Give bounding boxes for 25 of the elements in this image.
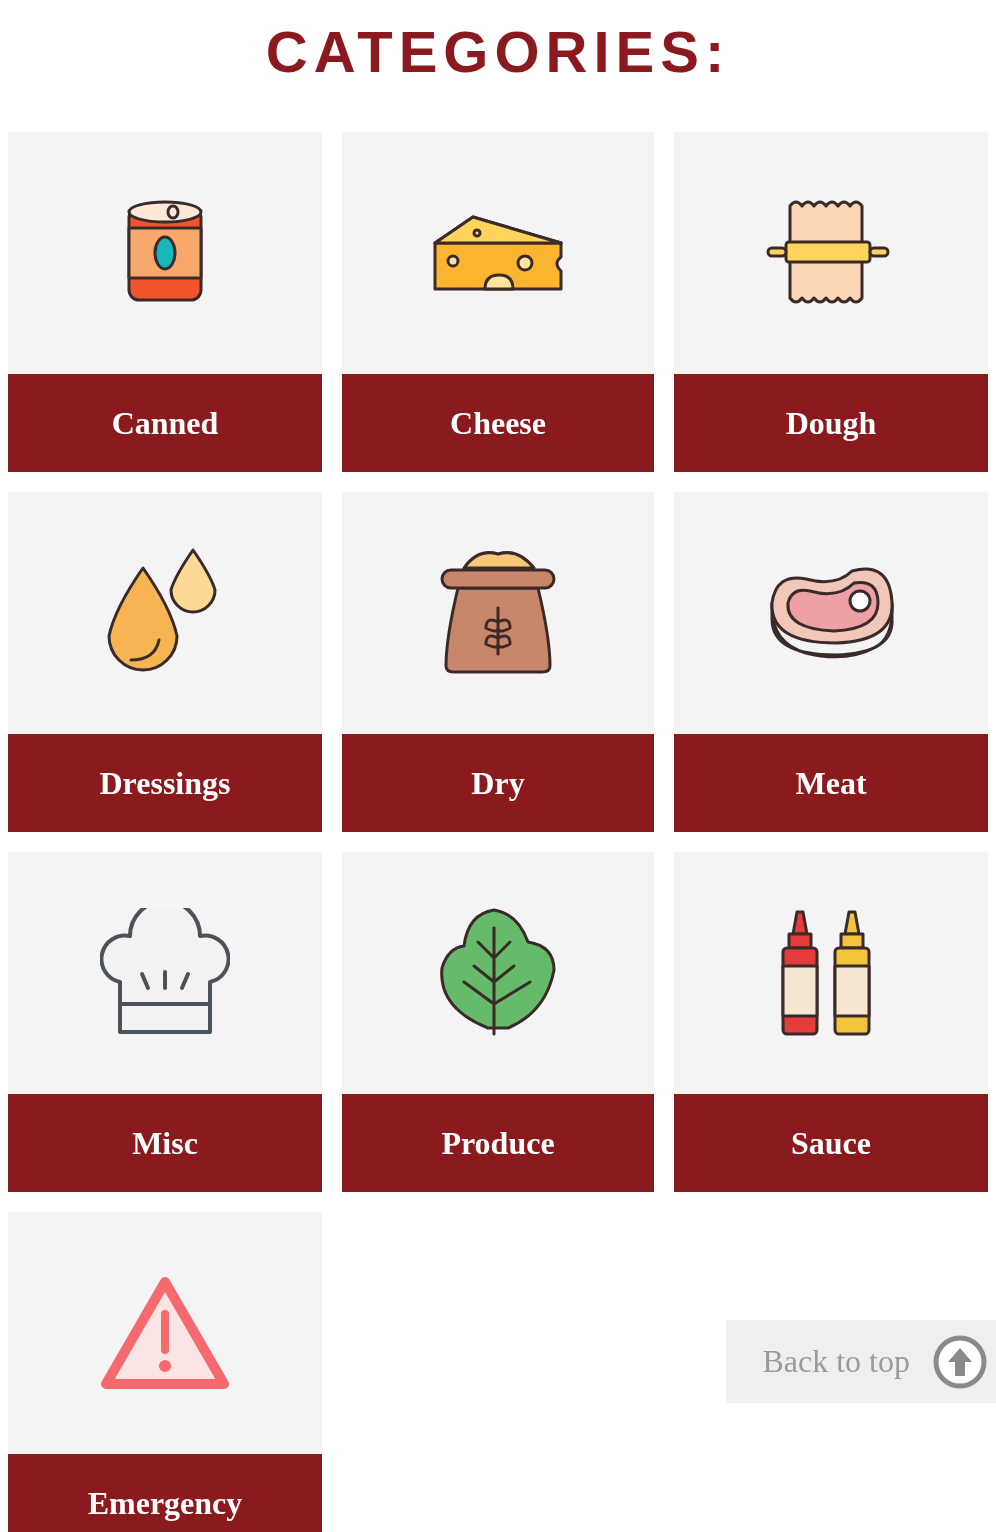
category-card[interactable]: Dough — [674, 132, 988, 472]
category-card[interactable]: Misc — [8, 852, 322, 1192]
category-card[interactable]: Produce — [342, 852, 654, 1192]
category-label: Sauce — [674, 1094, 988, 1192]
category-label: Dressings — [8, 734, 322, 832]
category-label: Dry — [342, 734, 654, 832]
category-label: Emergency — [8, 1454, 322, 1532]
category-card[interactable]: Sauce — [674, 852, 988, 1192]
category-label: Produce — [342, 1094, 654, 1192]
category-card[interactable]: Dry — [342, 492, 654, 832]
cheese-icon — [433, 213, 563, 293]
category-card[interactable]: Emergency — [8, 1212, 322, 1532]
leaf-icon — [438, 908, 558, 1038]
category-label: Meat — [674, 734, 988, 832]
warning-icon — [100, 1275, 230, 1391]
category-label: Cheese — [342, 374, 654, 472]
category-card[interactable]: Cheese — [342, 132, 654, 472]
category-card[interactable]: Canned — [8, 132, 322, 472]
category-label: Misc — [8, 1094, 322, 1192]
arrow-up-icon — [932, 1333, 988, 1390]
category-card[interactable]: Dressings — [8, 492, 322, 832]
category-label: Dough — [674, 374, 988, 472]
category-label: Canned — [8, 374, 322, 472]
page-title: CATEGORIES: — [264, 18, 732, 86]
category-card[interactable]: Meat — [674, 492, 988, 832]
